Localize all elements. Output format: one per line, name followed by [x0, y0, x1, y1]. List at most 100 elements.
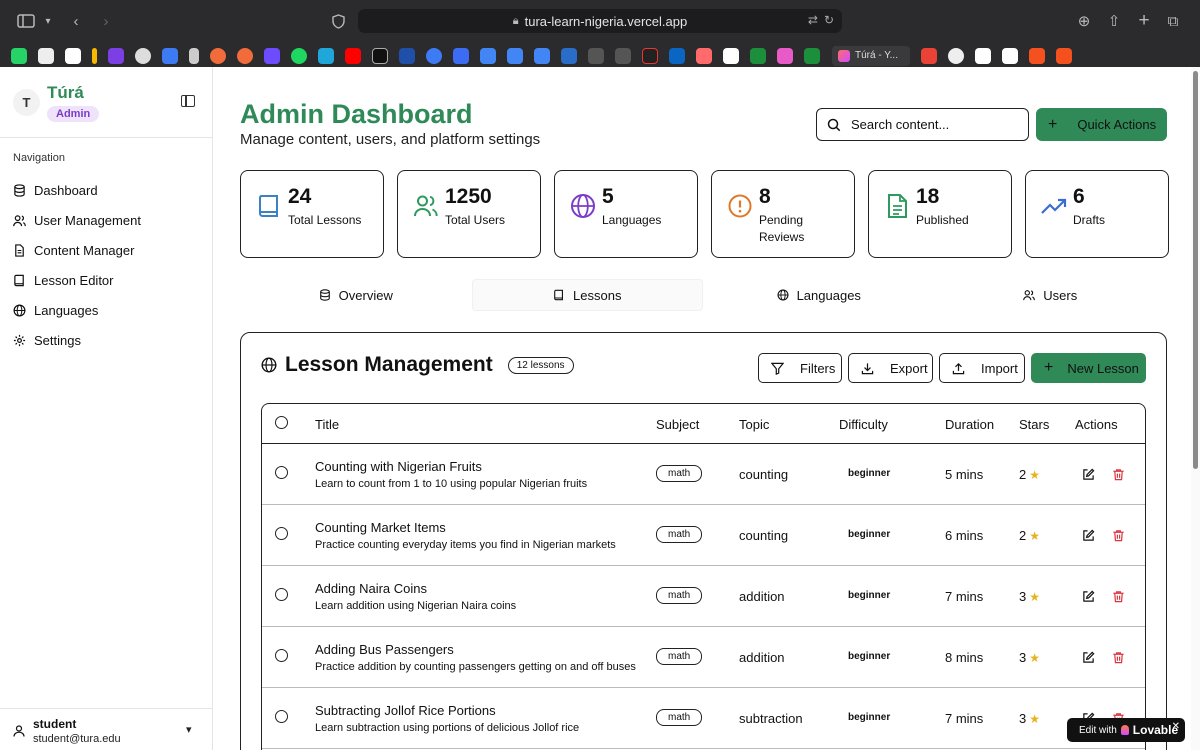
- table-row[interactable]: Counting with Nigerian Fruits Learn to c…: [262, 444, 1145, 505]
- search-box[interactable]: [816, 108, 1029, 141]
- bookmark-icon[interactable]: [534, 47, 550, 64]
- bookmark-icon[interactable]: [189, 47, 199, 64]
- row-select-radio[interactable]: [275, 527, 288, 540]
- sidebar-toggle-icon[interactable]: [16, 11, 36, 31]
- chevron-down-icon[interactable]: ▾: [186, 723, 192, 736]
- bookmark-icon[interactable]: [318, 47, 334, 64]
- trash-icon[interactable]: [1112, 468, 1125, 481]
- sidebar-item-content-manager[interactable]: Content Manager: [13, 235, 141, 265]
- bookmark-icon[interactable]: [588, 47, 604, 64]
- bookmark-icon[interactable]: [264, 47, 280, 64]
- row-select-radio[interactable]: [275, 588, 288, 601]
- tab-overview-icon[interactable]: ⧉: [1163, 11, 1183, 31]
- sidebar-item-user-management[interactable]: User Management: [13, 205, 141, 235]
- user-menu[interactable]: student student@tura.edu ▾: [0, 708, 213, 750]
- address-bar[interactable]: 🔒︎ tura-learn-nigeria.vercel.app ⇄ ↻: [358, 9, 842, 33]
- bookmark-icon[interactable]: [480, 47, 496, 64]
- search-input[interactable]: [851, 117, 1011, 132]
- sidebar-item-lesson-editor[interactable]: Lesson Editor: [13, 265, 141, 295]
- quick-actions-button[interactable]: + Quick Actions: [1036, 108, 1167, 141]
- bookmark-icon[interactable]: [975, 47, 991, 64]
- trash-icon[interactable]: [1112, 651, 1125, 664]
- trash-icon[interactable]: [1112, 529, 1125, 542]
- bookmark-icon[interactable]: [453, 47, 469, 64]
- translate-icon[interactable]: ⇄: [808, 13, 818, 27]
- column-header-duration[interactable]: Duration: [945, 417, 994, 432]
- browser-tab[interactable]: Túrá - Y...: [832, 45, 910, 66]
- table-row[interactable]: Counting Market Items Practice counting …: [262, 505, 1145, 566]
- download-icon[interactable]: ⊕: [1074, 11, 1094, 31]
- back-arrow-icon[interactable]: ‹: [66, 11, 86, 31]
- forward-arrow-icon[interactable]: ›: [96, 11, 116, 31]
- share-icon[interactable]: ⇧: [1104, 11, 1124, 31]
- sidebar-item-settings[interactable]: Settings: [13, 325, 141, 355]
- bookmark-icon[interactable]: [1056, 47, 1072, 64]
- sidebar-item-dashboard[interactable]: Dashboard: [13, 175, 141, 205]
- edit-icon[interactable]: [1082, 468, 1095, 481]
- import-button[interactable]: Import: [939, 353, 1025, 383]
- column-header-subject[interactable]: Subject: [656, 417, 699, 432]
- scrollbar-thumb[interactable]: [1193, 71, 1198, 469]
- bookmark-icon[interactable]: [561, 47, 577, 64]
- filters-button[interactable]: Filters: [758, 353, 842, 383]
- close-icon[interactable]: ✕: [1172, 721, 1180, 732]
- bookmark-icon[interactable]: [723, 47, 739, 64]
- reload-icon[interactable]: ↻: [824, 13, 834, 27]
- new-lesson-button[interactable]: + New Lesson: [1031, 353, 1146, 383]
- edit-icon[interactable]: [1082, 529, 1095, 542]
- row-select-radio[interactable]: [275, 649, 288, 662]
- page-scrollbar[interactable]: [1191, 67, 1200, 750]
- bookmark-icon[interactable]: [399, 47, 415, 64]
- shield-icon[interactable]: [328, 11, 348, 31]
- edit-icon[interactable]: [1082, 651, 1095, 664]
- column-header-stars[interactable]: Stars: [1019, 417, 1049, 432]
- row-select-radio[interactable]: [275, 466, 288, 479]
- bookmark-icon[interactable]: [162, 47, 178, 64]
- edit-with-lovable-badge[interactable]: Edit with Lovable ✕: [1067, 718, 1185, 742]
- bookmark-icon[interactable]: [345, 47, 361, 64]
- bookmark-icon[interactable]: [135, 47, 151, 64]
- bookmark-icon[interactable]: [291, 47, 307, 64]
- column-header-title[interactable]: Title: [315, 417, 339, 432]
- trash-icon[interactable]: [1112, 590, 1125, 603]
- bookmark-icon[interactable]: [38, 47, 54, 64]
- new-tab-icon[interactable]: +: [1134, 10, 1154, 31]
- sidebar-item-languages[interactable]: Languages: [13, 295, 141, 325]
- avatar[interactable]: T: [13, 89, 40, 116]
- bookmark-icon[interactable]: [372, 47, 388, 64]
- export-button[interactable]: Export: [848, 353, 933, 383]
- tab-users[interactable]: Users: [935, 279, 1167, 311]
- column-header-difficulty[interactable]: Difficulty: [839, 417, 888, 432]
- table-row[interactable]: Subtracting Jollof Rice Portions Learn s…: [262, 688, 1145, 749]
- bookmark-icon[interactable]: [615, 47, 631, 64]
- bookmark-icon[interactable]: [426, 47, 442, 64]
- edit-icon[interactable]: [1082, 590, 1095, 603]
- bookmark-icon[interactable]: [92, 47, 97, 64]
- bookmark-icon[interactable]: [642, 47, 658, 64]
- column-header-topic[interactable]: Topic: [739, 417, 769, 432]
- bookmark-icon[interactable]: [696, 47, 712, 64]
- bookmark-icon[interactable]: [65, 47, 81, 64]
- bookmark-icon[interactable]: [948, 47, 964, 64]
- table-row[interactable]: Adding Naira Coins Learn addition using …: [262, 566, 1145, 627]
- bookmark-icon[interactable]: [210, 47, 226, 64]
- sidebar-collapse-icon[interactable]: [181, 95, 195, 107]
- bookmark-icon[interactable]: [507, 47, 523, 64]
- bookmark-icon[interactable]: [669, 47, 685, 64]
- tab-lessons[interactable]: Lessons: [471, 279, 703, 311]
- select-all-radio[interactable]: [275, 416, 288, 429]
- bookmark-icon[interactable]: [11, 47, 27, 64]
- bookmark-icon[interactable]: [108, 47, 124, 64]
- bookmark-icon[interactable]: [750, 47, 766, 64]
- bookmark-icon[interactable]: [921, 47, 937, 64]
- tab-languages[interactable]: Languages: [703, 279, 935, 311]
- tab-overview[interactable]: Overview: [240, 279, 472, 311]
- row-select-radio[interactable]: [275, 710, 288, 723]
- bookmark-icon[interactable]: [237, 47, 253, 64]
- table-row[interactable]: Adding Bus Passengers Practice addition …: [262, 627, 1145, 688]
- bookmark-icon[interactable]: [804, 47, 820, 64]
- bookmark-icon[interactable]: [1029, 47, 1045, 64]
- bookmark-icon[interactable]: [1002, 47, 1018, 64]
- chevron-down-icon[interactable]: ▾: [38, 11, 58, 31]
- bookmark-icon[interactable]: [777, 47, 793, 64]
